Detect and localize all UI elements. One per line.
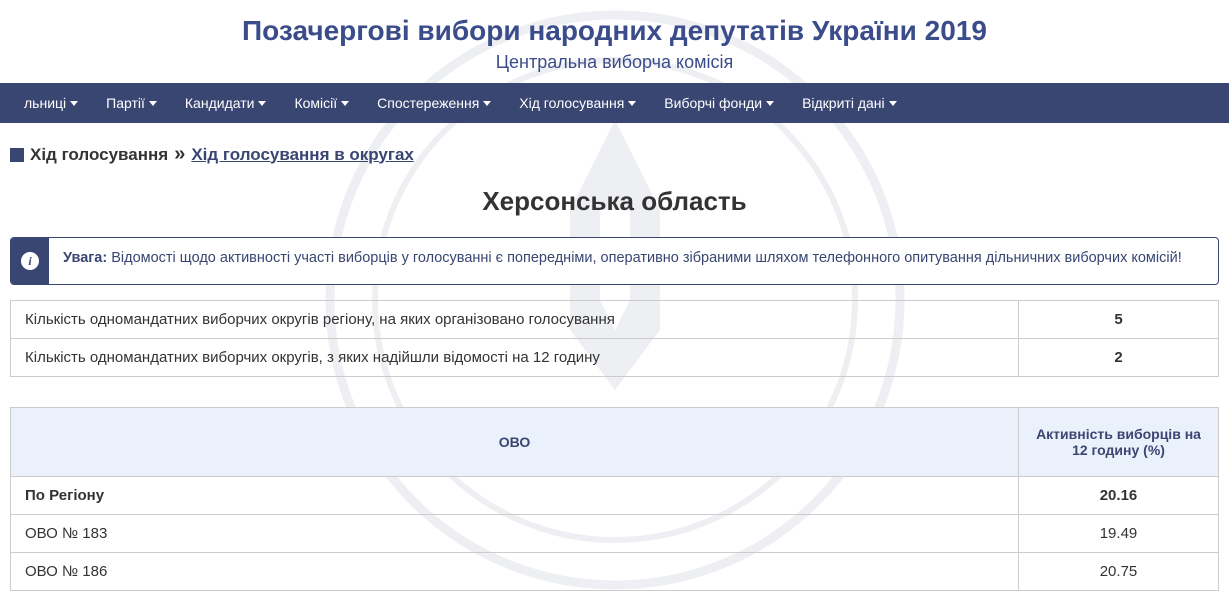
nav-item-6[interactable]: Виборчі фонди [650, 83, 788, 123]
stats-value: 5 [1019, 301, 1219, 339]
nav-item-label: Виборчі фонди [664, 95, 762, 111]
chevron-down-icon [766, 101, 774, 106]
nav-item-label: Хід голосування [519, 95, 624, 111]
table-row: ОВО № 18319.49 [11, 515, 1219, 553]
breadcrumb: Хід голосування » Хід голосування в окру… [10, 143, 1219, 166]
nav-item-1[interactable]: Партії [92, 83, 171, 123]
stats-row: Кількість одномандатних виборчих округів… [11, 301, 1219, 339]
table-row: ОВО № 18620.75 [11, 553, 1219, 591]
alert-bold: Увага: [63, 250, 107, 266]
nav-item-label: Відкриті дані [802, 95, 885, 111]
stats-label: Кількість одномандатних виборчих округів… [11, 301, 1019, 339]
chevron-down-icon [889, 101, 897, 106]
ovo-link[interactable]: ОВО № 186 [11, 553, 1019, 591]
alert-icon-wrap: i [11, 238, 49, 284]
chevron-down-icon [70, 101, 78, 106]
chevron-down-icon [483, 101, 491, 106]
nav-item-5[interactable]: Хід голосування [505, 83, 650, 123]
nav-item-7[interactable]: Відкриті дані [788, 83, 911, 123]
alert-text: Увага: Відомості щодо активності участі … [49, 238, 1196, 278]
breadcrumb-level1: Хід голосування [30, 145, 168, 165]
chevron-down-icon [258, 101, 266, 106]
stats-value: 2 [1019, 339, 1219, 377]
ovo-link[interactable]: ОВО № 183 [11, 515, 1019, 553]
activity-value: 19.49 [1019, 515, 1219, 553]
col-header-activity: Активність виборців на 12 годину (%) [1019, 408, 1219, 477]
chevron-down-icon [341, 101, 349, 106]
total-value: 20.16 [1019, 477, 1219, 515]
page-subtitle: Центральна виборча комісія [0, 52, 1229, 73]
breadcrumb-level2-link[interactable]: Хід голосування в округах [191, 145, 414, 165]
col-header-ovo: ОВО [11, 408, 1019, 477]
data-table: ОВО Активність виборців на 12 годину (%)… [10, 407, 1219, 591]
activity-value: 20.75 [1019, 553, 1219, 591]
nav-item-3[interactable]: Комісії [280, 83, 363, 123]
chevron-down-icon [149, 101, 157, 106]
nav-item-label: Комісії [294, 95, 337, 111]
main-navbar: льниці Партії Кандидати Комісії Спостереженн… [0, 83, 1229, 123]
stats-table: Кількість одномандатних виборчих округів… [10, 300, 1219, 377]
page-header: Позачергові вибори народних депутатів Ук… [0, 0, 1229, 83]
nav-item-label: льниці [24, 95, 66, 111]
nav-item-2[interactable]: Кандидати [171, 83, 281, 123]
nav-item-4[interactable]: Спостереження [363, 83, 505, 123]
stats-label: Кількість одномандатних виборчих округів… [11, 339, 1019, 377]
chevron-down-icon [628, 101, 636, 106]
breadcrumb-separator: » [174, 143, 185, 166]
nav-item-0[interactable]: льниці [10, 83, 92, 123]
breadcrumb-marker-icon [10, 148, 24, 162]
region-title: Херсонська область [10, 186, 1219, 217]
nav-item-label: Спостереження [377, 95, 479, 111]
nav-item-label: Партії [106, 95, 145, 111]
info-icon: i [21, 252, 39, 270]
info-alert: i Увага: Відомості щодо активності участ… [10, 237, 1219, 285]
total-row: По Регіону20.16 [11, 477, 1219, 515]
nav-item-label: Кандидати [185, 95, 255, 111]
page-title: Позачергові вибори народних депутатів Ук… [0, 15, 1229, 47]
total-label: По Регіону [11, 477, 1019, 515]
stats-row: Кількість одномандатних виборчих округів… [11, 339, 1219, 377]
alert-body: Відомості щодо активності участі виборці… [107, 250, 1182, 266]
